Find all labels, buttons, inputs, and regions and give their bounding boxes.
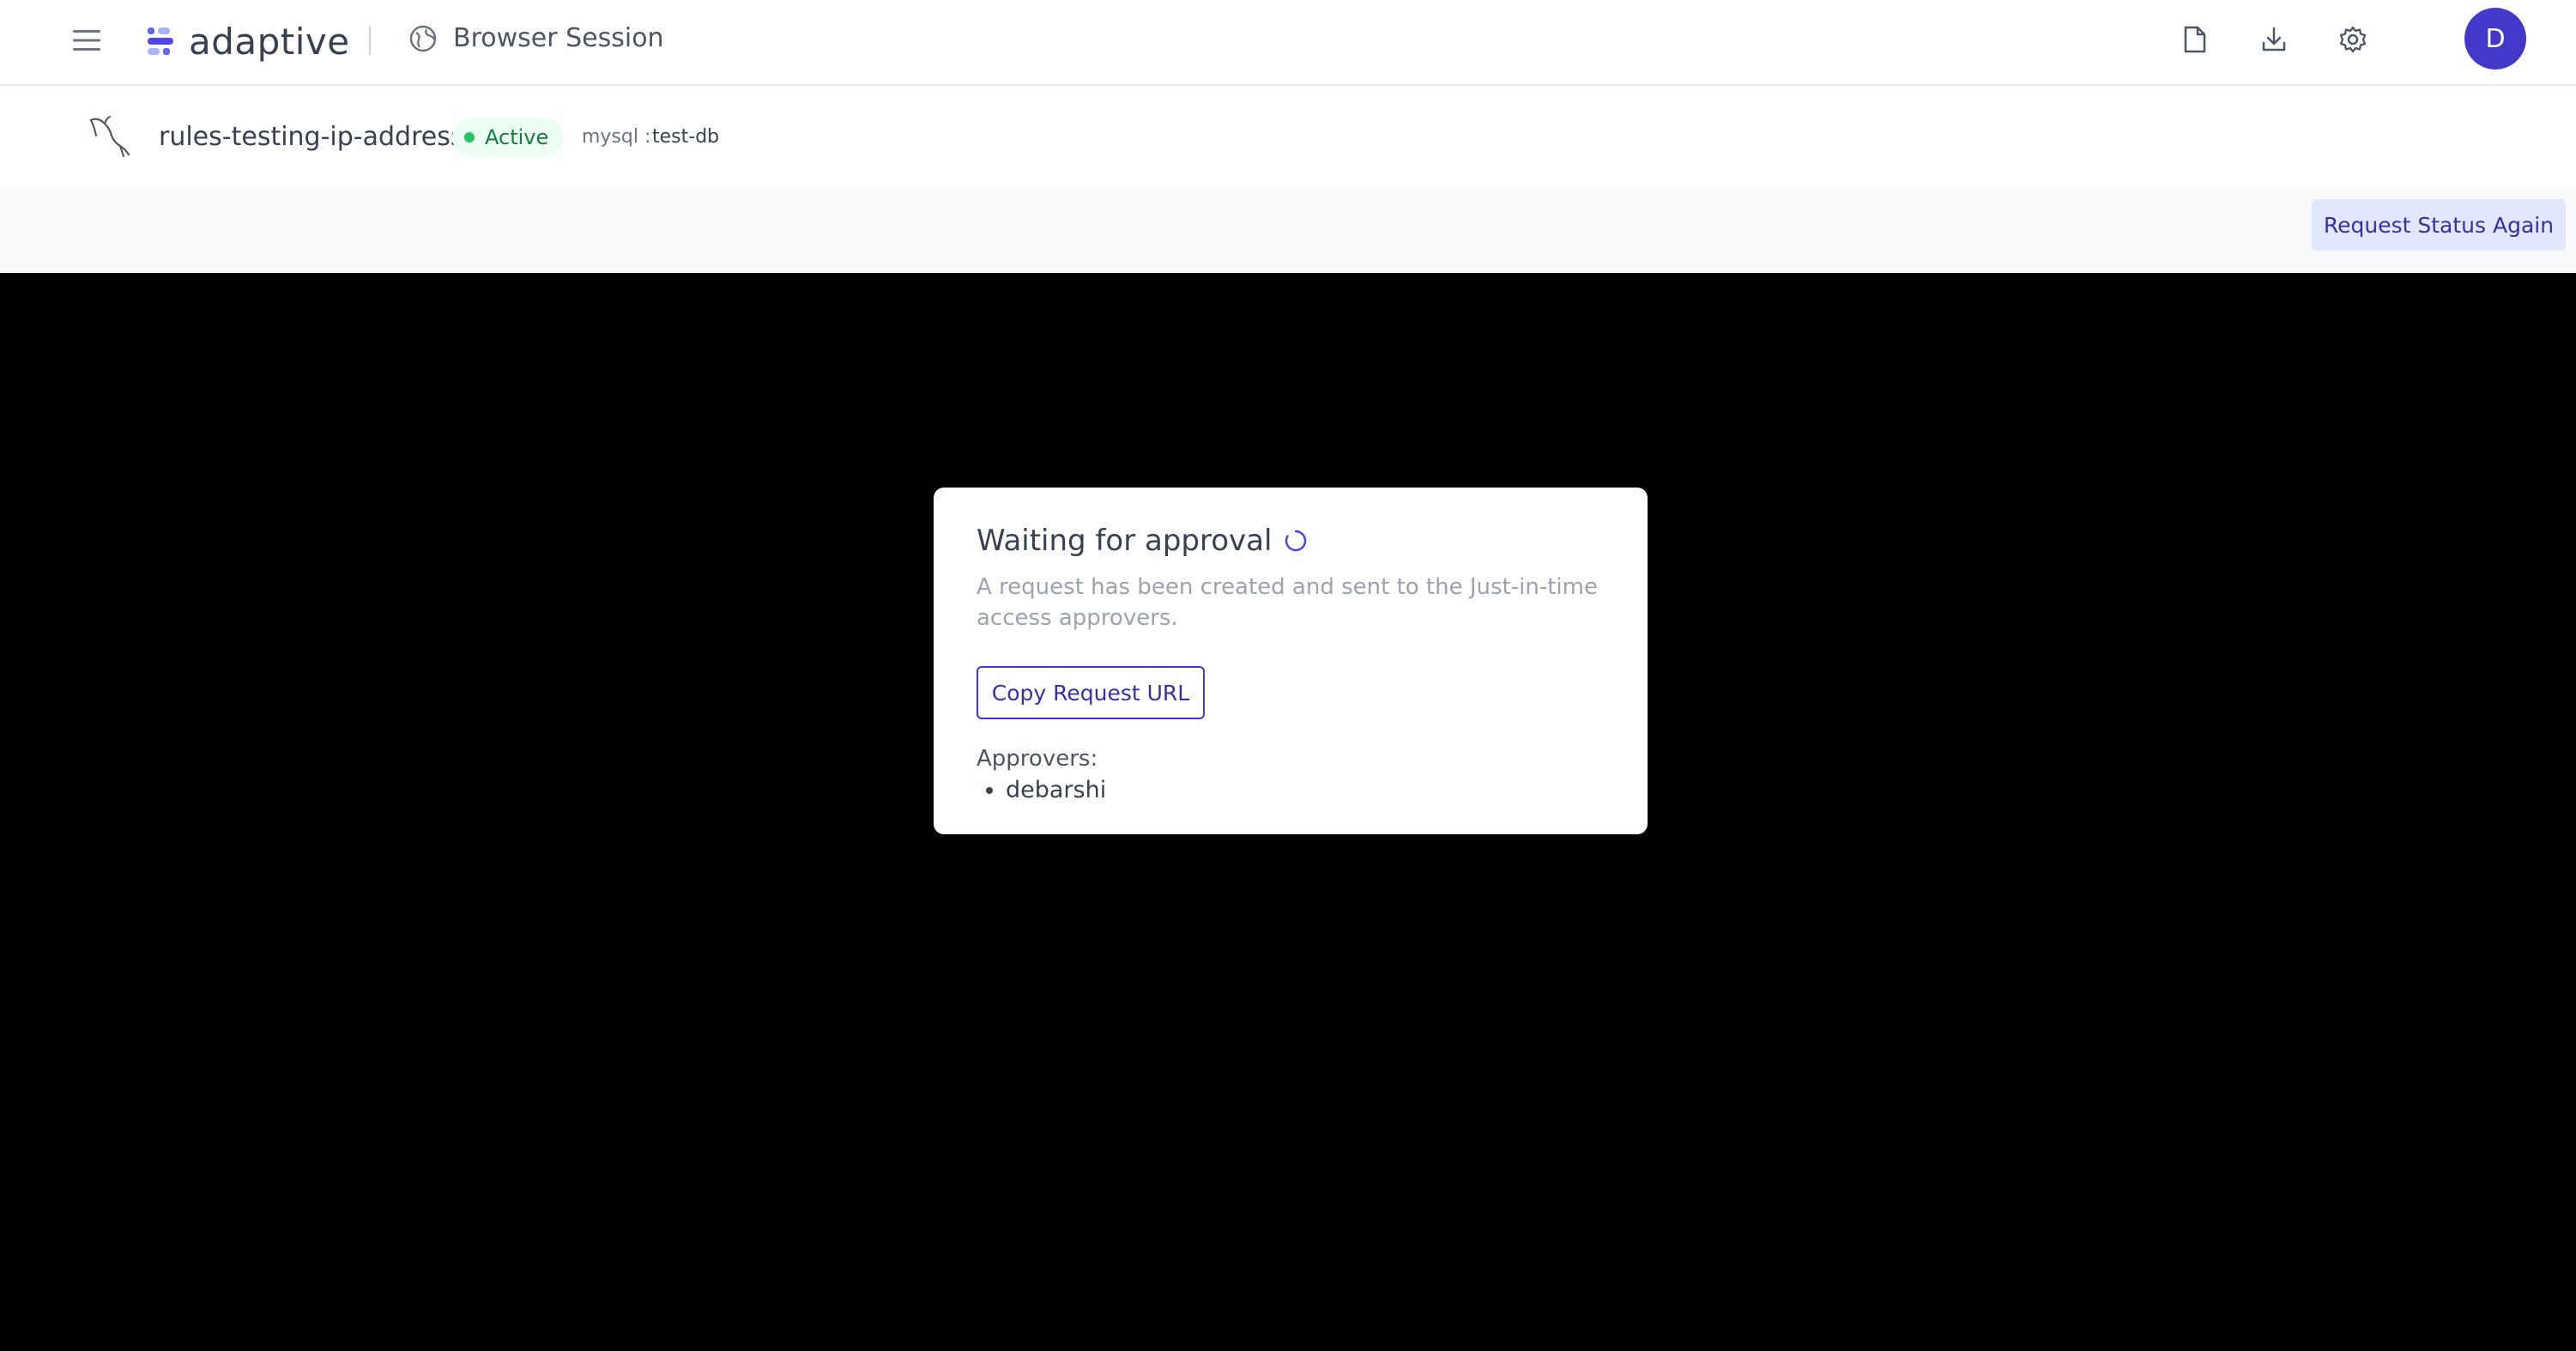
approvers-list: debarshi: [977, 774, 1106, 807]
top-header: adaptive Browser Session D: [0, 0, 2576, 86]
status-dot: [464, 132, 475, 142]
globe-icon: [409, 25, 437, 52]
approval-dialog: Waiting for approval A request has been …: [934, 488, 1648, 834]
dialog-description: A request has been created and sent to t…: [977, 574, 1598, 631]
header-divider: [369, 26, 371, 55]
resource-name: rules-testing-ip-address: [159, 122, 464, 152]
adaptive-logo-icon: [148, 27, 173, 55]
dialog-title-row: Waiting for approval: [977, 520, 1308, 561]
file-icon[interactable]: [2178, 22, 2212, 57]
status-text: Active: [485, 125, 549, 149]
copy-request-url-button[interactable]: Copy Request URL: [977, 666, 1205, 719]
user-avatar[interactable]: D: [2464, 8, 2526, 70]
approver-item: debarshi: [1006, 774, 1106, 807]
approvers-label: Approvers:: [977, 746, 1098, 772]
db-name: test-db: [652, 126, 720, 148]
request-status-again-button[interactable]: Request Status Again: [2312, 199, 2566, 251]
menu-icon[interactable]: [70, 24, 103, 57]
download-icon[interactable]: [2257, 22, 2291, 57]
brand-logo[interactable]: adaptive: [144, 19, 350, 64]
loading-spinner-icon: [1285, 530, 1307, 552]
db-type-label: mysql :: [582, 126, 651, 148]
session-toolbar: [0, 189, 2576, 273]
brand-name: adaptive: [189, 20, 350, 63]
status-badge: Active: [452, 118, 565, 156]
gear-icon[interactable]: [2336, 22, 2370, 57]
mysql-dolphin-icon: [89, 116, 130, 157]
session-title: Browser Session: [453, 23, 664, 53]
dialog-title: Waiting for approval: [977, 524, 1273, 558]
